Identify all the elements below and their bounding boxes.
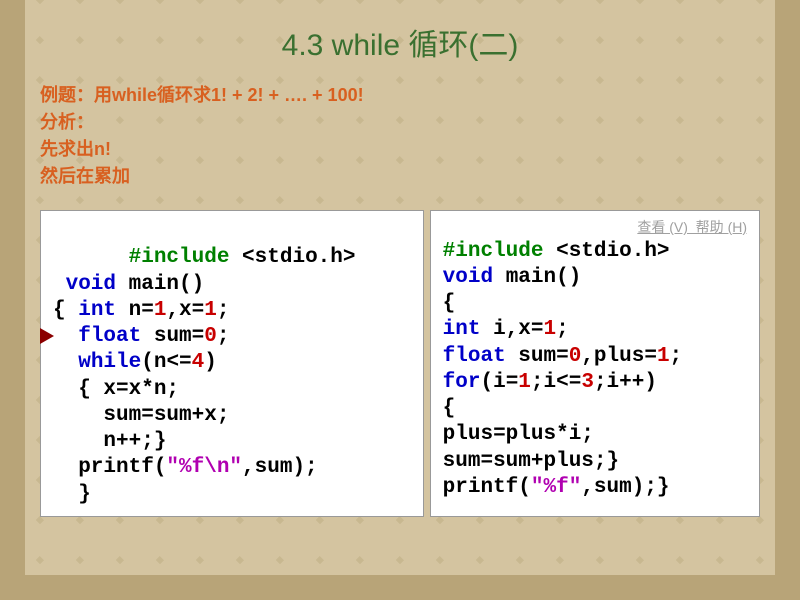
code-line: { [443, 397, 456, 420]
tok: sum= [506, 345, 569, 368]
num: 1 [518, 371, 531, 394]
intro-line-3: 先求出n! [40, 136, 760, 163]
kw-float: float [78, 325, 141, 348]
kw-void: void [53, 273, 116, 296]
intro-line-1: 例题：用while循环求1! + 2! + …. + 100! [40, 82, 760, 109]
num: 1 [544, 318, 557, 341]
tok: printf( [443, 476, 531, 499]
tok: ;i<= [531, 371, 581, 394]
tok: ; [217, 325, 230, 348]
num: 1 [154, 299, 167, 322]
code-panel-left: #include <stdio.h> void main() { int n=1… [40, 210, 424, 517]
code-container: #include <stdio.h> void main() { int n=1… [40, 210, 760, 517]
num: 0 [204, 325, 217, 348]
code-line: n++;} [53, 430, 166, 453]
kw-while: while [78, 351, 141, 374]
tok: sum= [141, 325, 204, 348]
code-line: plus=plus*i; [443, 423, 594, 446]
code-line: { x=x*n; [53, 378, 179, 401]
code-panel-right: 查看 (V) 帮助 (H) #include <stdio.h> void mai… [430, 210, 760, 517]
tok: (n<= [141, 351, 191, 374]
tok: main() [116, 273, 204, 296]
kw-void: void [443, 266, 493, 289]
tok: ; [670, 345, 683, 368]
tok: ,plus= [581, 345, 657, 368]
tok: n= [116, 299, 154, 322]
slide-content: 4.3 while 循环(二) 例题：用while循环求1! + 2! + ….… [0, 0, 800, 537]
tok: ; [217, 299, 230, 322]
tok: ,x= [166, 299, 204, 322]
tok: ;i++) [594, 371, 657, 394]
num: 1 [657, 345, 670, 368]
num: 4 [192, 351, 205, 374]
kw-float: float [443, 345, 506, 368]
kw-include: #include [129, 246, 230, 269]
tok: ) [204, 351, 217, 374]
kw-for: for [443, 371, 481, 394]
tok: i,x= [480, 318, 543, 341]
str: "%f" [531, 476, 581, 499]
tok: { [53, 299, 78, 322]
tok: ; [556, 318, 569, 341]
code-line: sum=sum+plus;} [443, 450, 619, 473]
str: "%f\n" [166, 456, 242, 479]
tok: main() [493, 266, 581, 289]
tok: printf( [53, 456, 166, 479]
tok [53, 351, 78, 374]
code-line: sum=sum+x; [53, 404, 229, 427]
tok: ,sum);} [581, 476, 669, 499]
breakpoint-marker-icon [40, 328, 54, 344]
slide-title: 4.3 while 循环(二) [40, 20, 760, 64]
num: 1 [204, 299, 217, 322]
tok: ,sum); [242, 456, 318, 479]
code-line: } [53, 483, 91, 506]
code-line: { [443, 292, 456, 315]
menu-trace: 查看 (V) 帮助 (H) [443, 219, 747, 237]
num: 3 [581, 371, 594, 394]
intro-line-2: 分析： [40, 109, 760, 136]
intro-line-4: 然后在累加 [40, 163, 760, 190]
tok [53, 325, 78, 348]
tok: <stdio.h> [229, 246, 355, 269]
tok: (i= [480, 371, 518, 394]
kw-include: #include [443, 240, 544, 263]
tok: <stdio.h> [544, 240, 670, 263]
num: 0 [569, 345, 582, 368]
problem-intro: 例题：用while循环求1! + 2! + …. + 100! 分析： 先求出n… [40, 82, 760, 190]
kw-int: int [443, 318, 481, 341]
kw-int: int [78, 299, 116, 322]
